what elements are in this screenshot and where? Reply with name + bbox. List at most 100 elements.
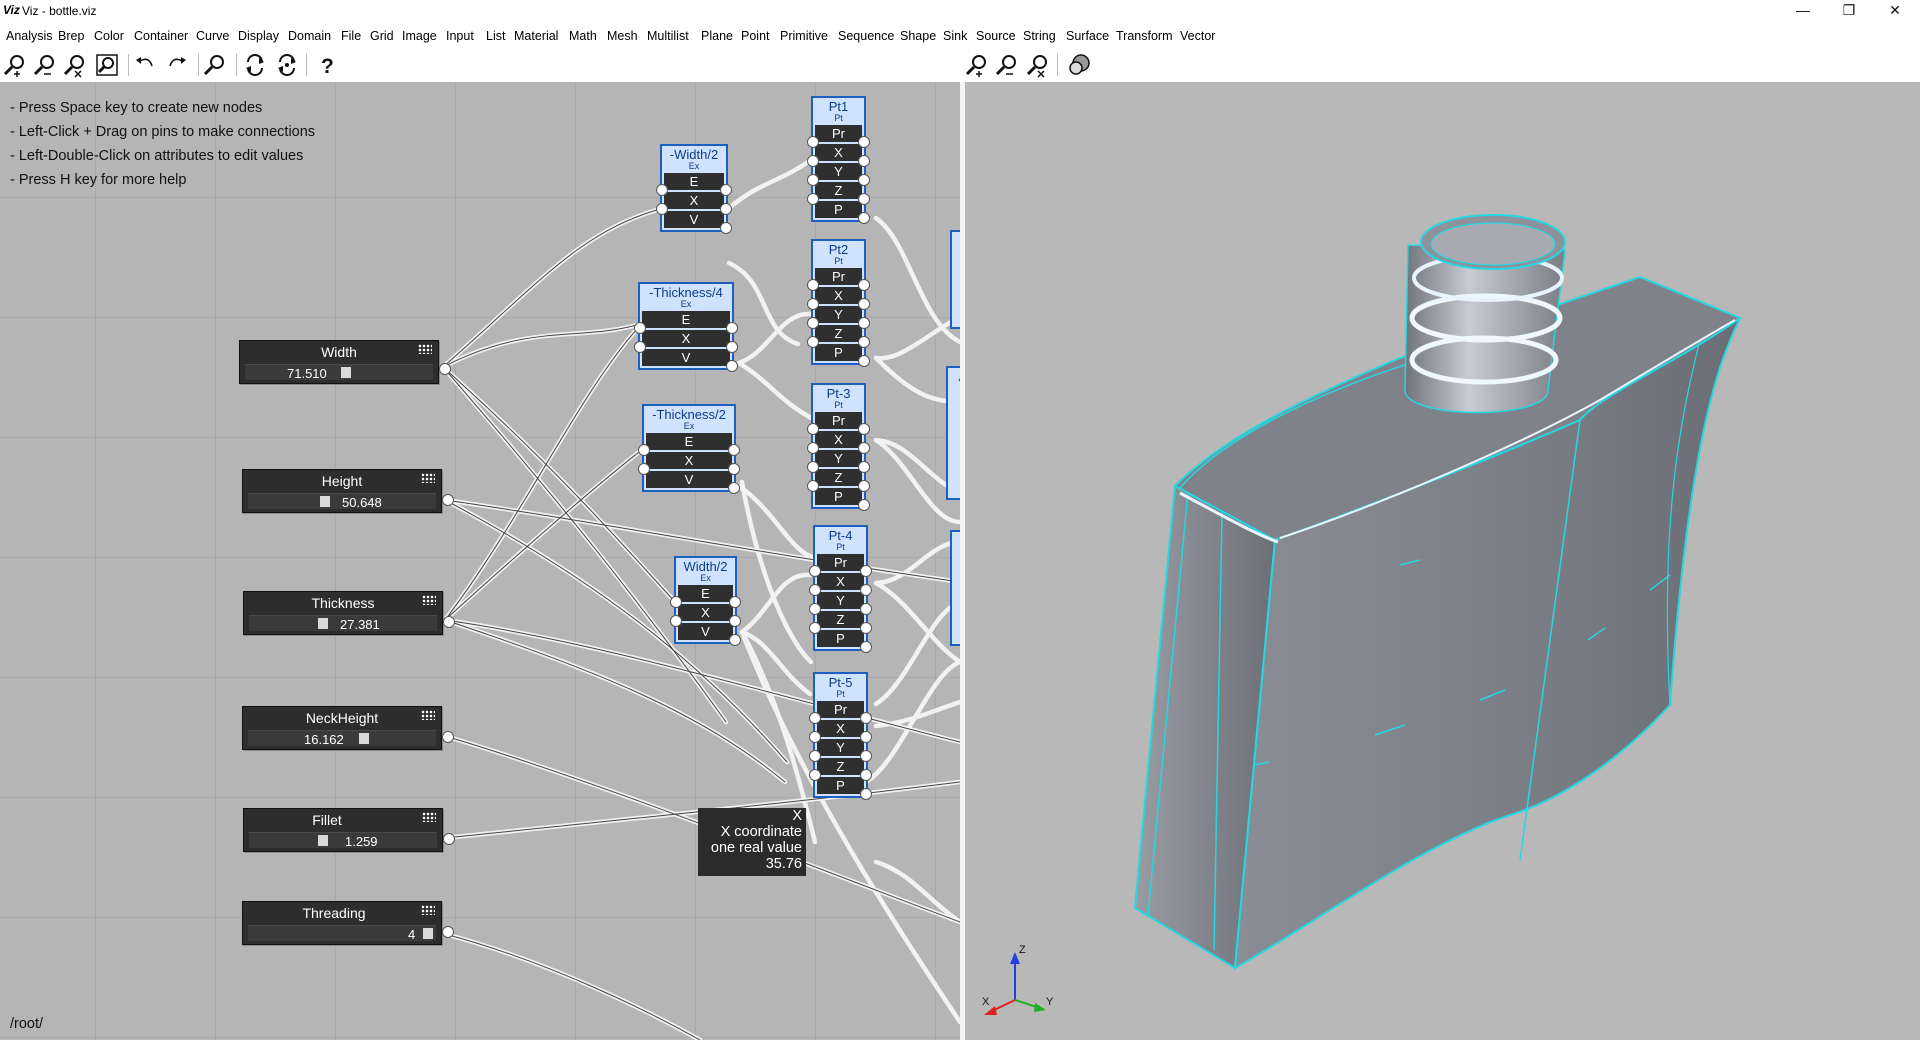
menu-transform[interactable]: Transform (1116, 29, 1173, 43)
node-attr[interactable]: X (815, 144, 862, 161)
output-pin[interactable] (858, 193, 870, 205)
expr-node-neg-thickness-half[interactable]: -Thickness/2 Ex E X V (638, 404, 740, 494)
menu-curve[interactable]: Curve (196, 29, 229, 43)
output-pin[interactable] (858, 461, 870, 473)
output-pin[interactable] (443, 616, 455, 628)
input-pin[interactable] (807, 317, 819, 329)
output-pin[interactable] (860, 731, 872, 743)
param-node-threading[interactable]: Threading 4 (242, 901, 454, 945)
node-attr[interactable]: Z (817, 611, 864, 628)
zoom-fit-icon[interactable] (94, 52, 120, 78)
input-pin[interactable] (809, 712, 821, 724)
output-pin[interactable] (726, 341, 738, 353)
output-pin[interactable] (726, 322, 738, 334)
grip-icon[interactable] (421, 905, 435, 915)
partial-node[interactable]: A (946, 366, 960, 500)
input-pin[interactable] (638, 444, 650, 456)
menu-file[interactable]: File (341, 29, 361, 43)
node-attr[interactable]: Pr (817, 701, 864, 718)
point-node-pt4[interactable]: Pt-4 Pt Pr X Y Z P (809, 525, 872, 653)
menu-analysis[interactable]: Analysis (6, 29, 53, 43)
menu-sink[interactable]: Sink (943, 29, 967, 43)
menu-list[interactable]: List (486, 29, 505, 43)
refresh-icon[interactable] (242, 52, 268, 78)
output-pin[interactable] (858, 480, 870, 492)
param-node-neckheight[interactable]: NeckHeight 16.162 (242, 706, 454, 750)
grip-icon[interactable] (422, 812, 436, 822)
input-pin[interactable] (809, 565, 821, 577)
node-attr[interactable]: P (815, 344, 862, 361)
menu-input[interactable]: Input (446, 29, 474, 43)
node-attr[interactable]: V (642, 349, 730, 366)
node-attr[interactable]: Y (817, 592, 864, 609)
slider-thumb[interactable] (359, 733, 369, 744)
value-slider[interactable]: 1.259 (249, 832, 437, 849)
output-pin[interactable] (860, 603, 872, 615)
input-pin[interactable] (807, 174, 819, 186)
menu-image[interactable]: Image (402, 29, 437, 43)
input-pin[interactable] (807, 136, 819, 148)
node-attr[interactable]: Z (815, 182, 862, 199)
viewport-zoom-in-icon[interactable] (964, 52, 990, 78)
node-attr[interactable]: X (817, 720, 864, 737)
value-slider[interactable]: 4 (248, 925, 436, 942)
viewport-zoom-reset-icon[interactable] (1025, 52, 1051, 78)
output-pin[interactable] (439, 363, 451, 375)
node-attr[interactable]: Z (817, 758, 864, 775)
grip-icon[interactable] (422, 595, 436, 605)
node-attr[interactable]: Y (817, 739, 864, 756)
node-attr[interactable]: V (664, 211, 724, 228)
slider-thumb[interactable] (423, 928, 433, 939)
node-attr[interactable]: Pr (815, 125, 862, 142)
value-slider[interactable]: 16.162 (248, 730, 436, 747)
partial-node[interactable] (950, 530, 960, 646)
output-pin[interactable] (858, 298, 870, 310)
menu-math[interactable]: Math (569, 29, 597, 43)
point-node-pt3[interactable]: Pt-3 Pt Pr X Y Z P (807, 383, 870, 511)
menu-multilist[interactable]: Multilist (647, 29, 689, 43)
output-pin[interactable] (728, 463, 740, 475)
menu-shape[interactable]: Shape (900, 29, 936, 43)
point-node-pt5[interactable]: Pt-5 Pt Pr X Y Z P (809, 672, 872, 800)
output-pin[interactable] (858, 212, 870, 224)
input-pin[interactable] (807, 193, 819, 205)
menu-material[interactable]: Material (514, 29, 558, 43)
menu-source[interactable]: Source (976, 29, 1016, 43)
output-pin[interactable] (729, 615, 741, 627)
help-icon[interactable]: ? (314, 52, 340, 78)
grip-icon[interactable] (421, 473, 435, 483)
node-attr[interactable]: Pr (815, 268, 862, 285)
input-pin[interactable] (809, 603, 821, 615)
node-attr[interactable]: X (664, 192, 724, 209)
node-attr[interactable]: X (815, 431, 862, 448)
param-node-thickness[interactable]: Thickness 27.381 (243, 591, 455, 635)
node-attr[interactable]: Y (815, 306, 862, 323)
node-attr[interactable]: X (817, 573, 864, 590)
input-pin[interactable] (809, 584, 821, 596)
input-pin[interactable] (807, 461, 819, 473)
param-node-width[interactable]: Width 71.510 (239, 340, 451, 384)
node-attr[interactable]: E (664, 173, 724, 190)
node-attr[interactable]: Z (815, 469, 862, 486)
point-node-pt1[interactable]: Pt1 Pt Pr X Y Z P (807, 96, 870, 224)
param-node-height[interactable]: Height 50.648 (242, 469, 454, 513)
undo-icon[interactable] (132, 52, 158, 78)
node-attr[interactable]: Y (815, 450, 862, 467)
value-slider[interactable]: 27.381 (249, 615, 437, 632)
value-slider[interactable]: 50.648 (248, 493, 436, 510)
node-attr[interactable]: E (642, 311, 730, 328)
output-pin[interactable] (860, 584, 872, 596)
point-node-pt2[interactable]: Pt2 Pt Pr X Y Z P (807, 239, 870, 367)
node-attr[interactable]: X (642, 330, 730, 347)
node-attr[interactable]: Pr (815, 412, 862, 429)
node-attr[interactable]: X (678, 604, 733, 621)
output-pin[interactable] (728, 444, 740, 456)
input-pin[interactable] (807, 336, 819, 348)
menu-domain[interactable]: Domain (288, 29, 331, 43)
node-attr[interactable]: V (646, 471, 732, 488)
output-pin[interactable] (726, 360, 738, 372)
3d-viewport[interactable]: Z X Y (965, 82, 1920, 1040)
node-attr[interactable]: X (815, 287, 862, 304)
node-graph-canvas[interactable]: - Press Space key to create new nodes - … (0, 82, 960, 1040)
menu-surface[interactable]: Surface (1066, 29, 1109, 43)
